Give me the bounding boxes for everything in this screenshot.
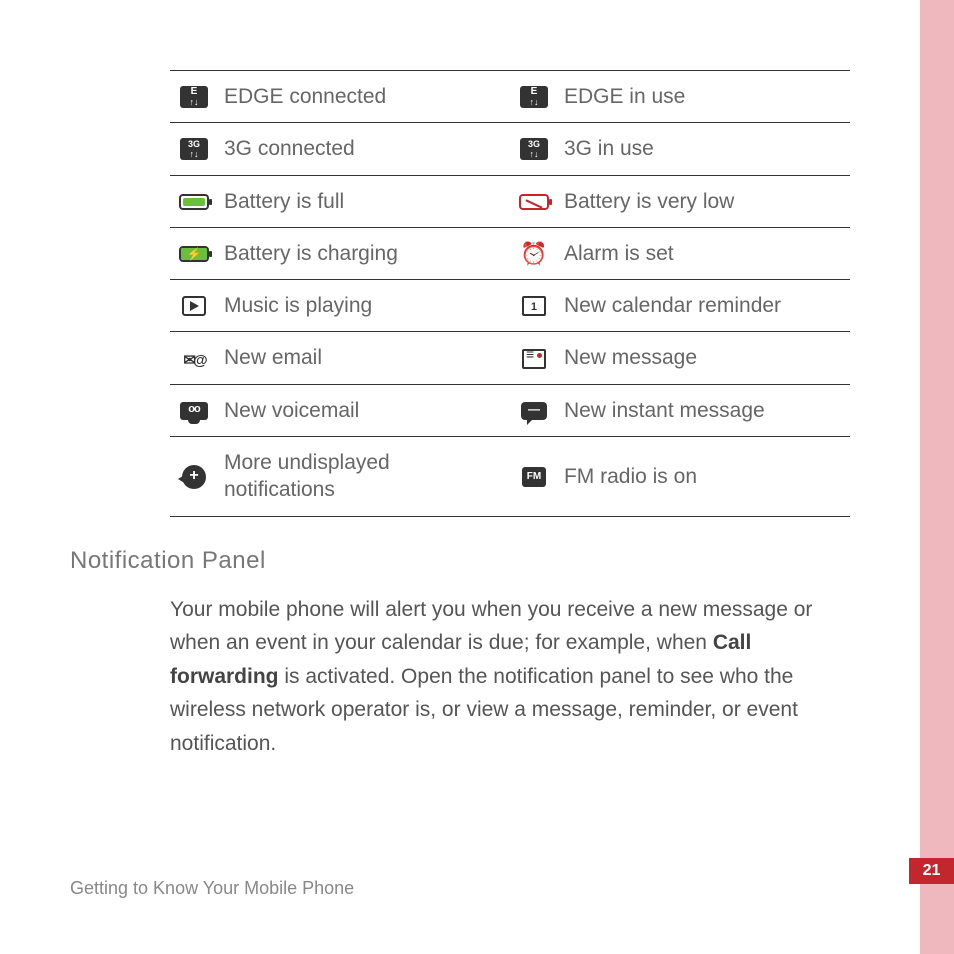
edge-connected-icon (180, 86, 208, 108)
table-row: More undisplayed notifications FM radio … (170, 437, 850, 517)
icon-legend-table: EDGE connected EDGE in use 3G connected … (170, 70, 850, 517)
calendar-reminder-icon (522, 296, 546, 316)
new-voicemail-icon (180, 402, 208, 420)
body-paragraph: Your mobile phone will alert you when yo… (170, 593, 840, 761)
table-row: New voicemail New instant message (170, 384, 850, 436)
icon-label: New instant message (558, 384, 850, 436)
new-email-icon (179, 348, 209, 370)
battery-very-low-icon (519, 194, 549, 210)
table-row: New email New message (170, 332, 850, 384)
edge-in-use-icon (520, 86, 548, 108)
more-notifications-icon (182, 465, 206, 489)
page-content: EDGE connected EDGE in use 3G connected … (0, 0, 900, 761)
battery-charging-icon (179, 246, 209, 262)
icon-label: Battery is charging (218, 227, 510, 279)
3g-in-use-icon (520, 138, 548, 160)
table-row: EDGE connected EDGE in use (170, 71, 850, 123)
icon-label: FM radio is on (558, 437, 850, 517)
icon-label: New voicemail (218, 384, 510, 436)
icon-label: New calendar reminder (558, 280, 850, 332)
table-row: Music is playing New calendar reminder (170, 280, 850, 332)
table-row: 3G connected 3G in use (170, 123, 850, 175)
section-heading: Notification Panel (70, 547, 840, 575)
alarm-set-icon (520, 243, 548, 265)
table-row: Battery is charging Alarm is set (170, 227, 850, 279)
footer-chapter-label: Getting to Know Your Mobile Phone (70, 878, 354, 899)
fm-radio-icon (522, 467, 546, 487)
icon-label: New email (218, 332, 510, 384)
icon-label: New message (558, 332, 850, 384)
page-number-badge: 21 (909, 858, 954, 884)
new-instant-message-icon (521, 402, 547, 420)
side-tab (920, 0, 954, 954)
3g-connected-icon (180, 138, 208, 160)
icon-label: 3G connected (218, 123, 510, 175)
icon-label: More undisplayed notifications (218, 437, 510, 517)
icon-label: Battery is full (218, 175, 510, 227)
new-message-icon (522, 349, 546, 369)
icon-label: Battery is very low (558, 175, 850, 227)
battery-full-icon (179, 194, 209, 210)
icon-label: 3G in use (558, 123, 850, 175)
music-playing-icon (182, 296, 206, 316)
icon-label: EDGE in use (558, 71, 850, 123)
icon-label: Music is playing (218, 280, 510, 332)
table-row: Battery is full Battery is very low (170, 175, 850, 227)
icon-label: Alarm is set (558, 227, 850, 279)
icon-label: EDGE connected (218, 71, 510, 123)
